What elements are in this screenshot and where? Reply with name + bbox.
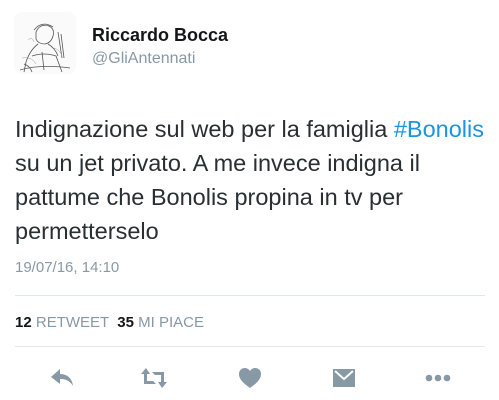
direct-message-icon (333, 369, 355, 387)
hashtag-link[interactable]: #Bonolis (394, 116, 484, 142)
tweet-actions (0, 360, 499, 396)
divider (15, 346, 485, 347)
reply-button[interactable] (44, 360, 80, 396)
tweet-text: Indignazione sul web per la famiglia #Bo… (15, 112, 487, 248)
likes-label: MI PIACE (138, 314, 204, 331)
likes-stat[interactable]: 35 MI PIACE (117, 314, 204, 331)
reply-icon (51, 369, 73, 386)
user-handle[interactable]: @GliAntennati (92, 50, 195, 68)
more-button[interactable] (420, 360, 456, 396)
retweet-icon (141, 368, 167, 388)
user-name[interactable]: Riccardo Bocca (92, 25, 228, 46)
retweets-label: RETWEET (35, 314, 109, 331)
like-button[interactable] (232, 360, 268, 396)
retweets-count: 12 (15, 314, 32, 331)
avatar[interactable] (14, 12, 76, 74)
like-icon (239, 368, 261, 388)
tweet-text-segment: Indignazione sul web per la famiglia (15, 116, 394, 142)
tweet-text-segment: su un jet privato. A me invece indigna i… (15, 150, 420, 244)
avatar-sketch-image (19, 23, 71, 73)
divider (15, 295, 485, 296)
more-icon (425, 374, 451, 382)
direct-message-button[interactable] (326, 360, 362, 396)
likes-count: 35 (117, 314, 134, 331)
tweet-stats: 12 RETWEET 35 MI PIACE (15, 314, 204, 331)
retweet-button[interactable] (136, 360, 172, 396)
tweet-timestamp[interactable]: 19/07/16, 14:10 (15, 259, 119, 276)
retweets-stat[interactable]: 12 RETWEET (15, 314, 109, 331)
